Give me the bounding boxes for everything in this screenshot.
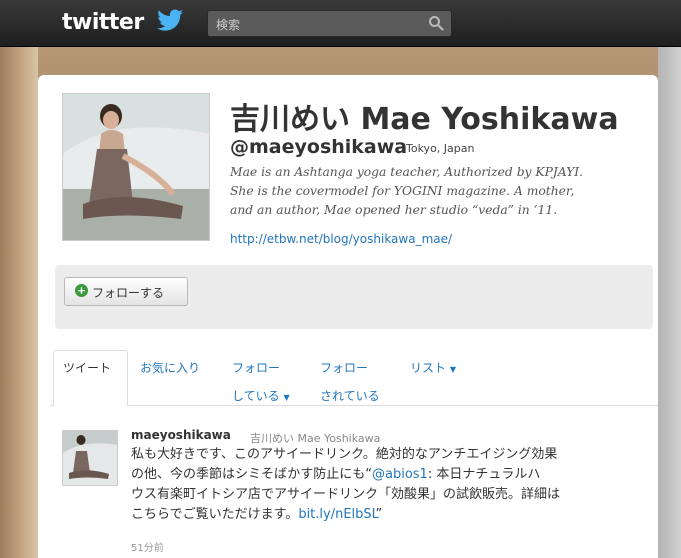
- tweet-avatar-photo: [63, 431, 117, 485]
- tweet-text-segment: ”: [375, 507, 383, 522]
- caret-down-icon: ▼: [283, 393, 290, 402]
- search-icon[interactable]: [428, 15, 444, 31]
- tweet-line: の他、今の季節はシミそばかす防止にも“@abios1: 本日ナチュラルハ: [131, 465, 643, 485]
- tweet-text: 私も大好きです、このアサイードリンク。絶対的なアンチエイジング効果 の他、今の季…: [131, 445, 643, 525]
- profile-handle: @maeyoshikawa: [230, 136, 408, 158]
- bio-line: and an author, Mae opened her studio “ve…: [230, 203, 558, 217]
- plus-icon: +: [75, 284, 88, 297]
- bio-line: She is the covermodel for YOGINI magazin…: [230, 184, 575, 198]
- twitter-logo[interactable]: twitter: [62, 10, 144, 35]
- background-image-right: [658, 47, 681, 558]
- tab-lists-label: リスト: [410, 361, 447, 375]
- tweet-text-segment: こちらでご覧いただけます。: [131, 507, 299, 522]
- profile-photo: [63, 94, 209, 240]
- tab-followers[interactable]: フォロー: [320, 359, 368, 376]
- tab-following-line2[interactable]: している ▼: [232, 387, 290, 404]
- tabs-divider: [50, 405, 658, 406]
- tweet-line: ウス有楽町イトシア店でアサイードリンク「効酸果」の試飲販売。詳細は: [131, 487, 561, 502]
- caret-down-icon: ▼: [449, 365, 456, 374]
- tweet-avatar[interactable]: [62, 430, 118, 486]
- profile-name: 吉川めい Mae Yoshikawa: [230, 102, 619, 137]
- follow-button-label: フォローする: [92, 286, 165, 300]
- tab-following-label2: している: [232, 389, 280, 403]
- tweet-username[interactable]: maeyoshikawa: [131, 428, 231, 442]
- profile-avatar[interactable]: [62, 93, 210, 241]
- tweet-line: 私も大好きです、このアサイードリンク。絶対的なアンチエイジング効果: [131, 447, 558, 462]
- background-image-left: [0, 47, 38, 558]
- tweet-timestamp[interactable]: 51分前: [131, 539, 164, 554]
- tweet-text-segment: の他、今の季節はシミそばかす防止にも“: [131, 467, 372, 482]
- profile-location: Tokyo, Japan: [406, 142, 475, 155]
- tab-lists[interactable]: リスト ▼: [410, 359, 456, 376]
- profile-url-link[interactable]: http://etbw.net/blog/yoshikawa_mae/: [230, 232, 452, 246]
- tweet-text-segment: : 本日ナチュラルハ: [427, 467, 541, 482]
- tab-followers-line2[interactable]: されている: [320, 387, 380, 404]
- search-input[interactable]: 検索: [207, 10, 452, 37]
- profile-bio: Mae is an Ashtanga yoga teacher, Authori…: [230, 163, 650, 220]
- twitter-bird-icon: [157, 9, 183, 31]
- mention-link[interactable]: @abios1: [372, 467, 428, 482]
- tab-favorites[interactable]: お気に入り: [140, 359, 200, 376]
- tweet-line: こちらでご覧いただけます。bit.ly/nElbSL”: [131, 505, 643, 525]
- tab-following[interactable]: フォロー: [232, 359, 280, 376]
- tweet-url-link[interactable]: bit.ly/nElbSL: [298, 507, 375, 522]
- bio-line: Mae is an Ashtanga yoga teacher, Authori…: [230, 165, 584, 179]
- tweet-realname: 吉川めい Mae Yoshikawa: [250, 432, 381, 445]
- tab-tweets-label: ツイート: [63, 361, 112, 375]
